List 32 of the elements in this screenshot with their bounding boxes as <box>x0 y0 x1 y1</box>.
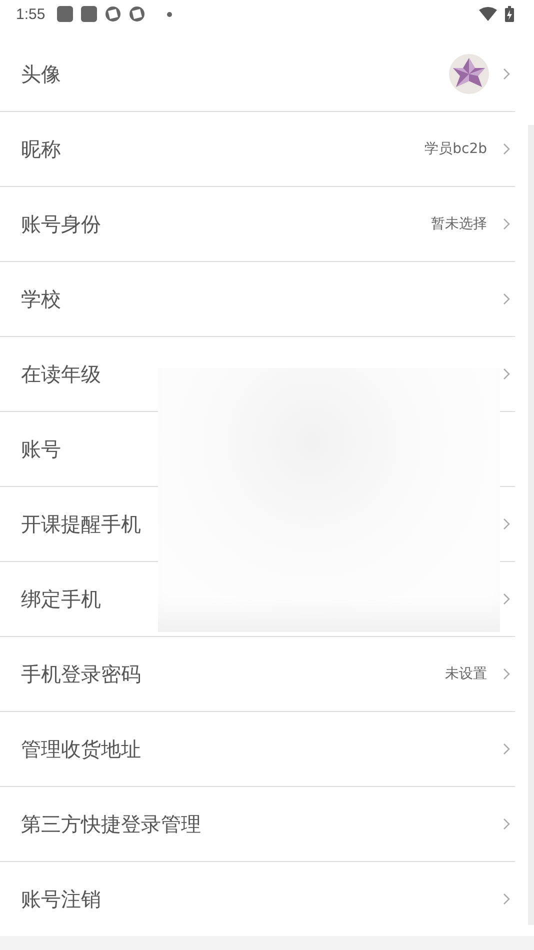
settings-row[interactable]: 管理收货地址 <box>0 712 515 787</box>
aperture-icon <box>105 6 122 22</box>
row-label: 开课提醒手机 <box>21 510 141 538</box>
settings-row[interactable]: 第三方快捷登录管理 <box>0 787 515 862</box>
settings-row[interactable]: 头像 <box>0 37 515 112</box>
row-value: 暂未选择 <box>431 215 487 233</box>
aperture-icon <box>129 6 146 22</box>
settings-row[interactable]: 手机登录密码 未设置 <box>0 637 515 712</box>
status-time: 1:55 <box>16 6 46 22</box>
row-label: 第三方快捷登录管理 <box>21 810 201 838</box>
row-label: 头像 <box>21 60 61 88</box>
dot-icon <box>167 12 172 16</box>
settings-row[interactable]: 账号注销 <box>0 862 515 936</box>
row-label: 管理收货地址 <box>21 736 141 762</box>
wifi-icon <box>479 7 497 21</box>
row-label: 手机登录密码 <box>21 660 141 688</box>
settings-row[interactable]: 昵称 学员bc2b <box>0 112 515 187</box>
app-notification-icon <box>81 6 98 22</box>
row-label: 绑定手机 <box>21 586 101 612</box>
row-label: 账号身份 <box>21 210 101 238</box>
row-value: 未设置 <box>445 665 487 683</box>
row-value: 学员bc2b <box>424 140 487 158</box>
settings-row[interactable]: 学校 <box>0 262 515 337</box>
row-label: 账号注销 <box>21 886 101 912</box>
avatar-icon <box>449 54 489 94</box>
row-label: 学校 <box>21 286 61 312</box>
row-label: 在读年级 <box>21 360 101 388</box>
battery-icon <box>505 6 514 22</box>
row-label: 昵称 <box>21 136 61 162</box>
app-notification-icon <box>57 6 74 22</box>
row-label: 账号 <box>21 436 61 462</box>
settings-row[interactable]: 账号身份 暂未选择 <box>0 187 515 262</box>
